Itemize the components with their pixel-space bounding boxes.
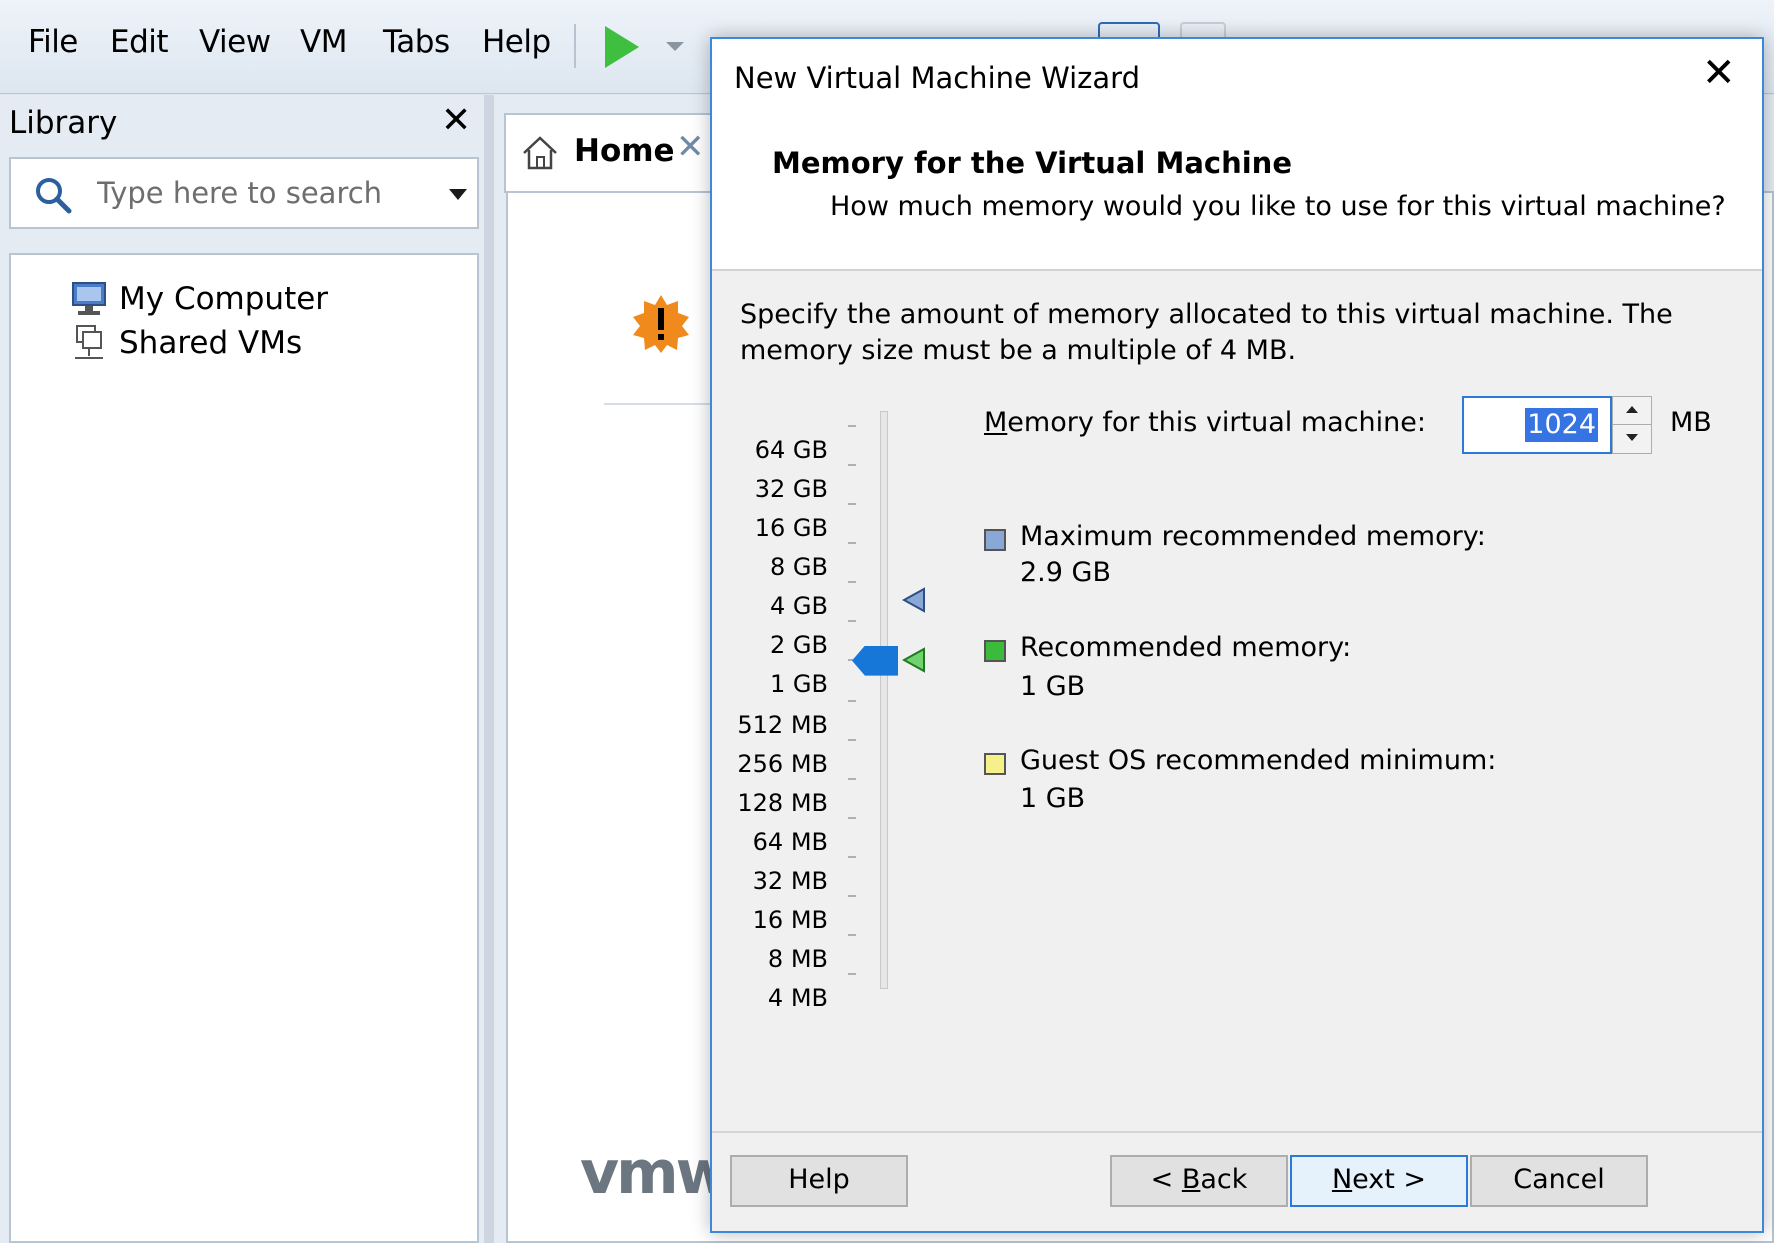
library-panel: Library ✕ My Computer Shared <box>0 95 484 1243</box>
tree-item-label: My Computer <box>119 281 329 317</box>
scale-label: 64 MB <box>752 828 828 856</box>
legend-value: 1 GB <box>1020 671 1086 702</box>
menu-help[interactable]: Help <box>482 24 551 60</box>
monitor-icon <box>72 282 106 315</box>
scale-label: 2 GB <box>770 631 828 659</box>
scale-label: 4 GB <box>770 592 828 620</box>
next-button[interactable]: Next > <box>1290 1155 1468 1207</box>
tree-item-shared-vms[interactable]: Shared VMs <box>69 321 302 365</box>
memory-description: Specify the amount of memory allocated t… <box>740 299 1673 366</box>
scale-tick <box>848 817 856 819</box>
scale-tick <box>848 542 856 544</box>
memory-slider-track[interactable] <box>880 411 888 989</box>
spin-down-icon[interactable] <box>1613 425 1651 453</box>
memory-slider-thumb[interactable] <box>852 645 898 676</box>
legend-label: Maximum recommended memory: <box>1020 521 1486 552</box>
tree-item-my-computer[interactable]: My Computer <box>69 277 328 321</box>
spin-up-icon[interactable] <box>1613 397 1651 425</box>
scale-label: 8 MB <box>767 945 828 973</box>
search-dropdown-chevron-icon[interactable] <box>449 189 467 200</box>
scale-tick <box>848 425 856 427</box>
scale-tick <box>848 503 856 505</box>
new-vm-wizard-dialog: New Virtual Machine Wizard ✕ Memory for … <box>710 37 1764 1233</box>
shared-vms-icon <box>75 325 103 359</box>
legend-label: Recommended memory: <box>1020 632 1352 663</box>
legend-value: 2.9 GB <box>1020 557 1111 588</box>
scale-label: 8 GB <box>770 553 828 581</box>
tab-home-label: Home <box>574 133 675 169</box>
max-recommended-marker-icon <box>902 586 925 613</box>
panel-splitter[interactable] <box>484 95 494 1243</box>
scale-label: 512 MB <box>737 711 828 739</box>
menu-edit[interactable]: Edit <box>110 24 169 60</box>
tree-item-label: Shared VMs <box>119 325 303 361</box>
scale-label: 32 MB <box>752 867 828 895</box>
tab-home[interactable]: Home ✕ <box>504 113 724 193</box>
guest-os-minimum-swatch <box>984 753 1006 775</box>
footer-divider <box>712 1131 1762 1133</box>
scale-label: 128 MB <box>737 789 828 817</box>
power-dropdown-chevron-icon[interactable] <box>666 42 684 51</box>
scale-label: 16 GB <box>754 514 828 542</box>
power-on-play-icon[interactable] <box>605 26 639 68</box>
scale-tick <box>848 620 856 622</box>
memory-size-value[interactable]: 1024 <box>1525 408 1598 442</box>
scale-tick <box>848 973 856 975</box>
cancel-button[interactable]: Cancel <box>1470 1155 1648 1207</box>
dialog-close-icon[interactable]: ✕ <box>1702 51 1736 95</box>
memory-size-input[interactable]: 1024 <box>1462 396 1612 454</box>
library-title: Library <box>9 105 118 141</box>
scale-label: 32 GB <box>754 475 828 503</box>
memory-stepper[interactable] <box>1612 396 1652 454</box>
menu-tabs[interactable]: Tabs <box>383 24 450 60</box>
home-icon <box>523 136 557 170</box>
scale-label: 256 MB <box>737 750 828 778</box>
search-icon <box>36 178 72 214</box>
menu-vm[interactable]: VM <box>300 24 347 60</box>
warning-icon <box>633 295 689 353</box>
toolbar-separator <box>574 24 576 68</box>
scale-tick <box>848 700 856 702</box>
page-heading: Memory for the Virtual Machine <box>772 146 1292 180</box>
library-search <box>9 157 479 229</box>
scale-label: 4 MB <box>767 984 828 1012</box>
scale-tick <box>848 581 856 583</box>
back-button[interactable]: < Back <box>1110 1155 1288 1207</box>
scale-tick <box>848 739 856 741</box>
memory-field-label: Memory for this virtual machine: <box>984 407 1426 438</box>
memory-unit: MB <box>1670 407 1712 438</box>
scale-label: 16 MB <box>752 906 828 934</box>
scale-label: 1 GB <box>770 670 828 698</box>
recommended-swatch <box>984 640 1006 662</box>
tab-close-icon[interactable]: ✕ <box>676 127 705 167</box>
scale-tick <box>848 856 856 858</box>
search-input[interactable] <box>97 171 427 215</box>
legend-value: 1 GB <box>1020 783 1086 814</box>
menu-file[interactable]: File <box>28 24 78 60</box>
help-button[interactable]: Help <box>730 1155 908 1207</box>
scale-tick <box>848 895 856 897</box>
page-subheading: How much memory would you like to use fo… <box>830 191 1726 222</box>
max-recommended-swatch <box>984 529 1006 551</box>
scale-tick <box>848 778 856 780</box>
scale-tick <box>848 934 856 936</box>
legend-label: Guest OS recommended minimum: <box>1020 745 1497 776</box>
scale-labels: 64 GB 32 GB 16 GB 8 GB 4 GB 2 GB 1 GB 51… <box>712 39 828 1243</box>
wizard-header: New Virtual Machine Wizard ✕ Memory for … <box>712 39 1762 271</box>
library-close-icon[interactable]: ✕ <box>441 101 471 141</box>
menu-view[interactable]: View <box>199 24 271 60</box>
scale-label: 64 GB <box>754 436 828 464</box>
recommended-marker-icon <box>902 646 925 673</box>
scale-tick <box>848 464 856 466</box>
library-tree: My Computer Shared VMs <box>9 253 479 1243</box>
